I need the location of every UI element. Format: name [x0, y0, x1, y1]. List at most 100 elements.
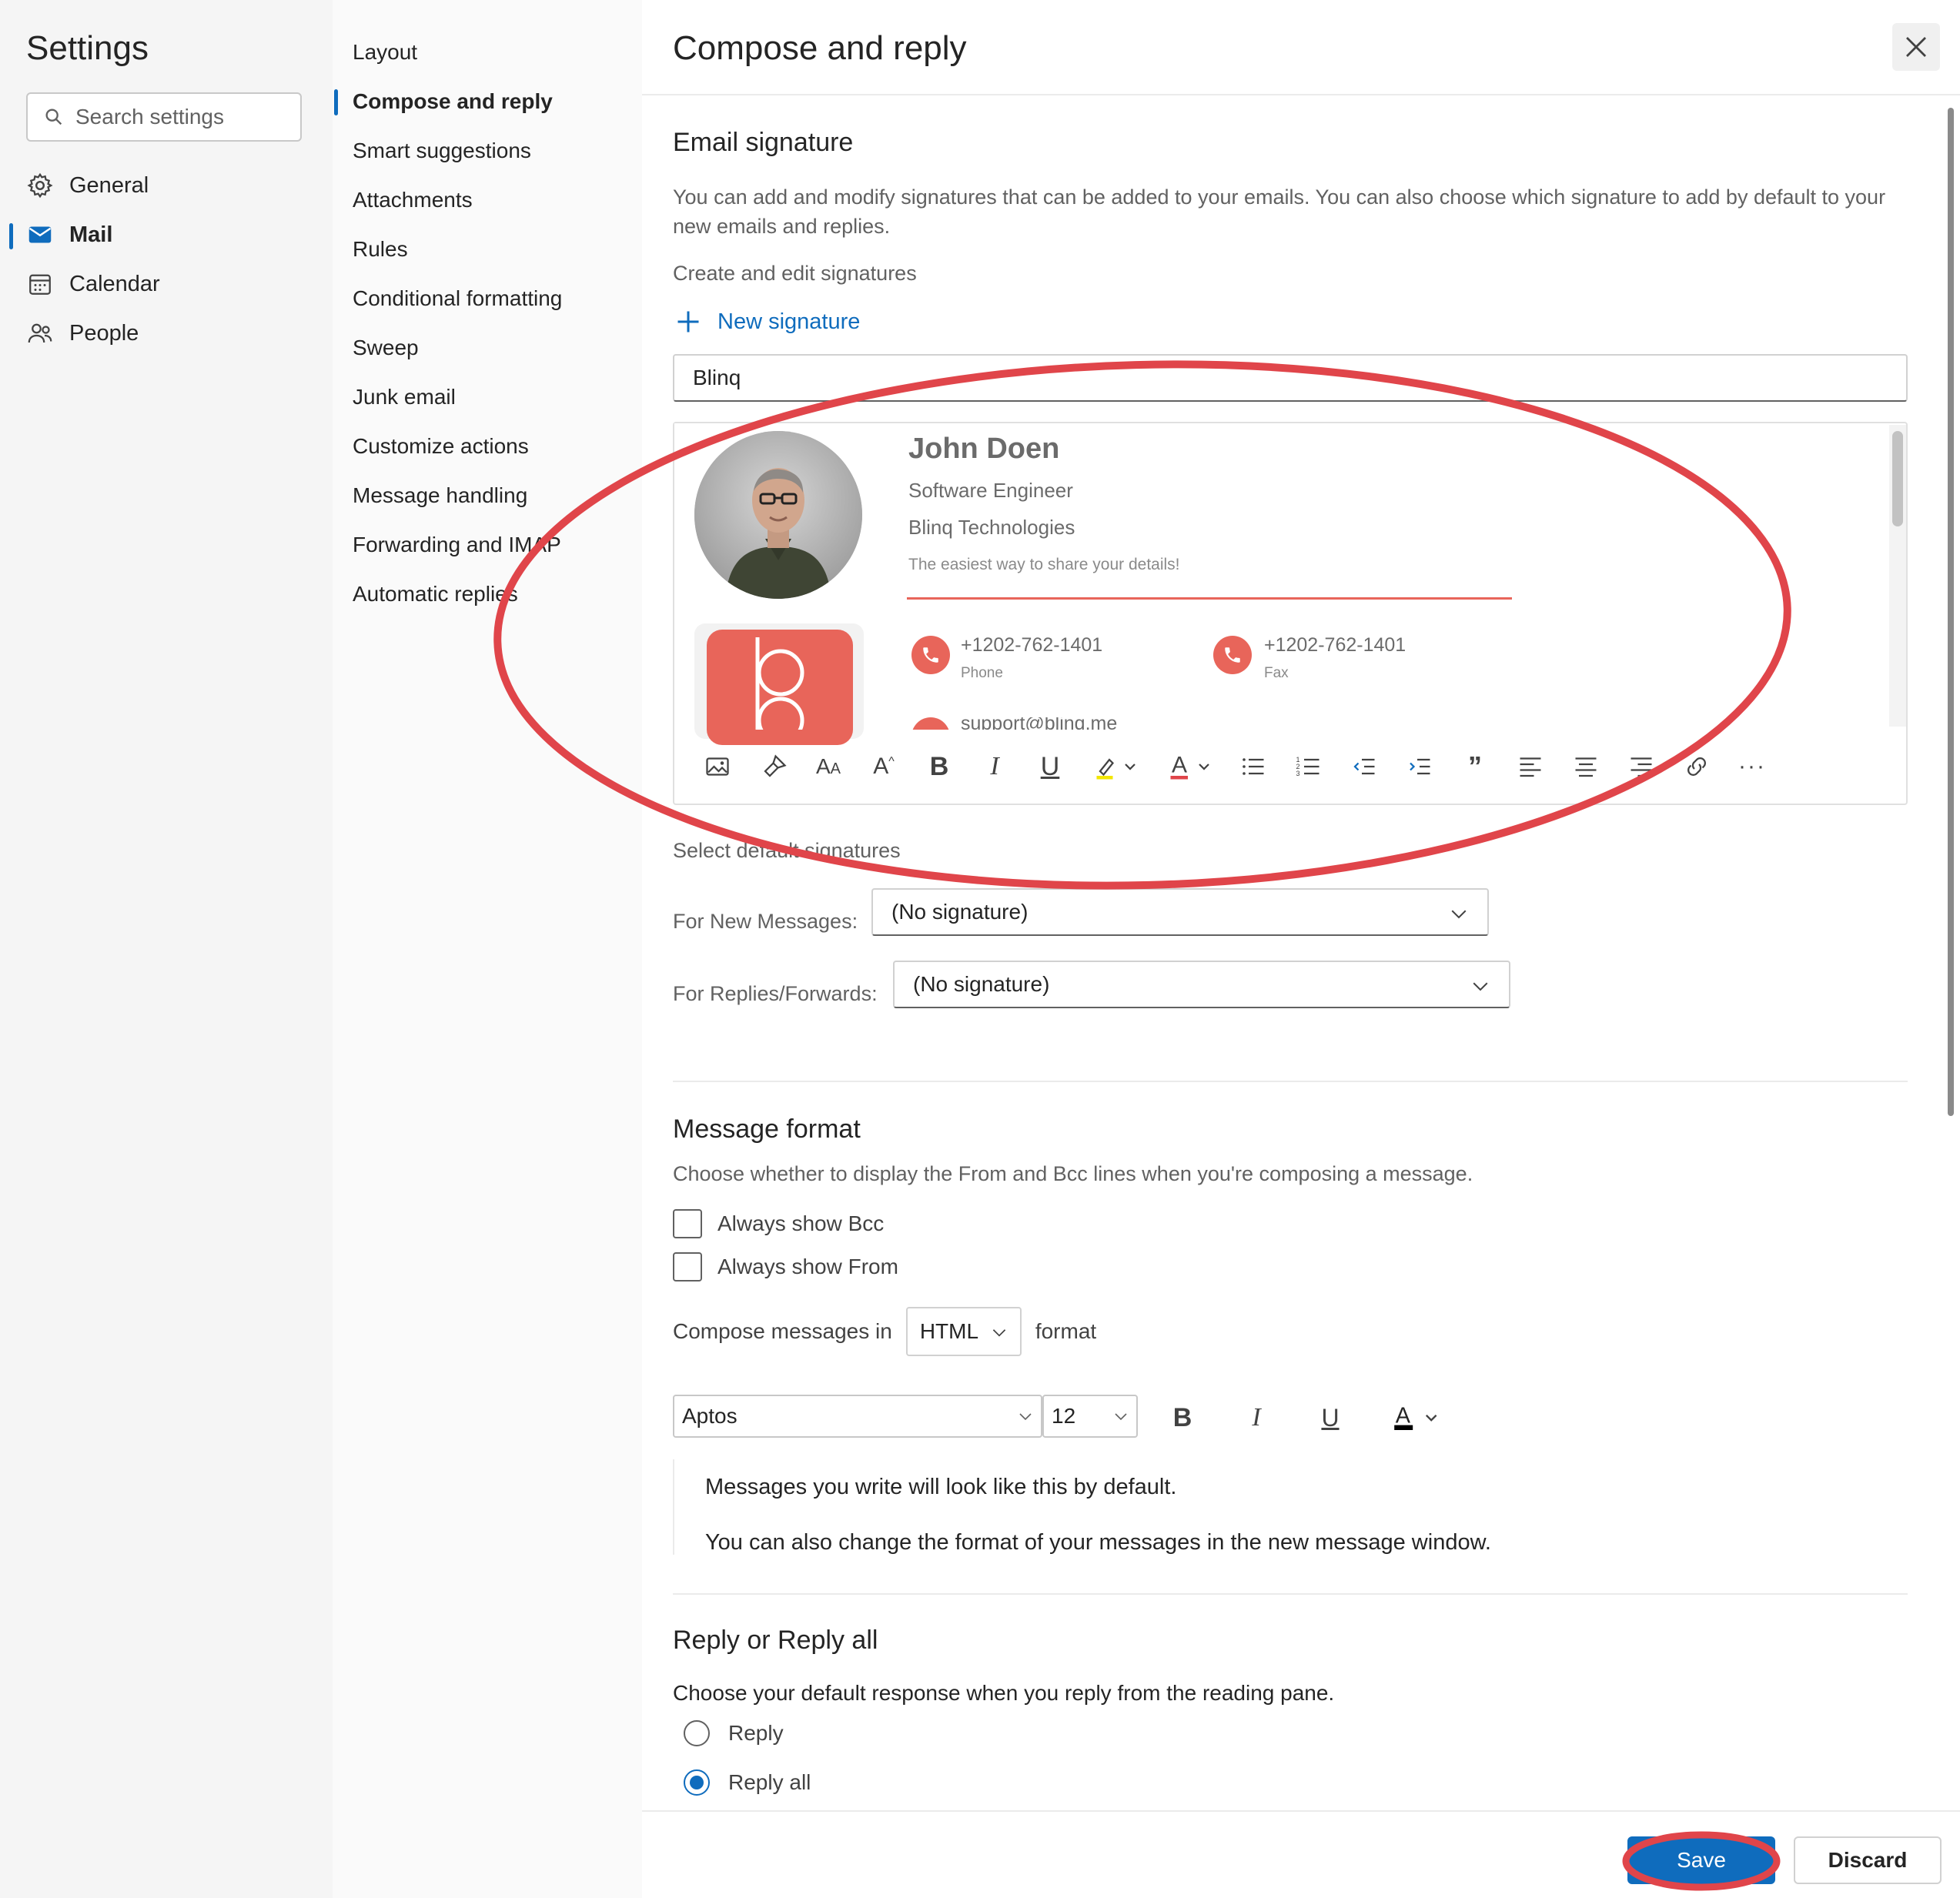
italic-button[interactable]: I	[975, 745, 1015, 788]
reply-all-option-label: Reply all	[728, 1770, 811, 1794]
align-center-button[interactable]	[1566, 745, 1606, 788]
highlight-button[interactable]	[1085, 745, 1147, 788]
subnav-compose-and-reply[interactable]: Compose and reply	[353, 83, 553, 120]
font-size-value: 12	[1052, 1404, 1076, 1428]
always-show-bcc-checkbox[interactable]	[673, 1209, 702, 1238]
search-settings-box[interactable]	[26, 92, 302, 142]
subnav-rules[interactable]: Rules	[353, 231, 408, 268]
font-size-select[interactable]: 12	[1042, 1395, 1138, 1438]
more-icon: ···	[1738, 754, 1766, 779]
format-painter-icon	[764, 754, 787, 777]
chevron-down-icon	[992, 1329, 1006, 1337]
nav-item-calendar[interactable]: Calendar	[26, 265, 160, 303]
subnav-automatic-replies[interactable]: Automatic replies	[353, 576, 518, 613]
nav-item-general[interactable]: General	[26, 166, 149, 205]
gear-icon	[27, 172, 53, 199]
nav-label-calendar: Calendar	[69, 271, 160, 296]
always-show-bcc-row[interactable]: Always show Bcc	[673, 1207, 884, 1241]
default-font-color-button[interactable]: A	[1386, 1396, 1447, 1439]
font-color-icon: A	[1170, 753, 1209, 780]
chevron-down-icon	[1115, 1413, 1127, 1421]
signature-scrollbar-thumb[interactable]	[1892, 431, 1903, 526]
bold-button[interactable]: B	[919, 745, 959, 788]
subnav-active-indicator	[334, 89, 338, 115]
underline-button[interactable]: U	[1030, 745, 1070, 788]
default-italic-button[interactable]: I	[1235, 1396, 1278, 1439]
close-icon	[1906, 37, 1926, 57]
grow-font-icon: A^	[873, 754, 895, 779]
close-button[interactable]	[1892, 23, 1940, 71]
nav-item-people[interactable]: People	[26, 314, 139, 353]
new-signature-button[interactable]: New signature	[674, 305, 860, 339]
people-icon	[28, 323, 52, 343]
subnav-smart-suggestions[interactable]: Smart suggestions	[353, 132, 531, 169]
signature-company: Blinq Technologies	[908, 516, 1075, 539]
align-left-button[interactable]	[1510, 745, 1550, 788]
align-center-icon	[1575, 757, 1597, 777]
nav-label-people: People	[69, 320, 139, 346]
replies-forwards-label: For Replies/Forwards:	[673, 982, 878, 1005]
signature-name-input[interactable]	[673, 354, 1908, 402]
reply-radio[interactable]	[684, 1720, 710, 1746]
message-format-description: Choose whether to display the From and B…	[673, 1162, 1473, 1185]
always-show-from-row[interactable]: Always show From	[673, 1250, 898, 1284]
bullets-button[interactable]	[1233, 745, 1273, 788]
default-signatures-label: Select default signatures	[673, 839, 901, 862]
subnav-layout[interactable]: Layout	[353, 34, 417, 71]
reply-all-radio[interactable]	[684, 1769, 710, 1796]
italic-icon: I	[1252, 1403, 1261, 1432]
subnav-message-handling[interactable]: Message handling	[353, 477, 527, 514]
format-painter-button[interactable]	[754, 745, 794, 788]
svg-text:3: 3	[1296, 770, 1300, 777]
subnav-sweep[interactable]: Sweep	[353, 329, 419, 366]
default-underline-button[interactable]: U	[1309, 1396, 1352, 1439]
reply-option-reply-all[interactable]: Reply all	[684, 1764, 811, 1801]
default-bold-button[interactable]: B	[1161, 1396, 1204, 1439]
signature-tagline: The easiest way to share your details!	[908, 556, 1180, 573]
underline-icon: U	[1040, 751, 1060, 781]
new-signature-label: New signature	[717, 309, 861, 334]
search-input[interactable]	[75, 105, 291, 129]
font-size-button[interactable]: AA	[808, 745, 848, 788]
quote-icon: ”	[1468, 750, 1482, 782]
numbering-button[interactable]: 123	[1289, 745, 1329, 788]
compose-format-select[interactable]: HTML	[905, 1307, 1022, 1356]
increase-indent-button[interactable]	[1400, 745, 1440, 788]
fax-icon	[1213, 636, 1252, 674]
decrease-indent-button[interactable]	[1344, 745, 1384, 788]
always-show-from-checkbox[interactable]	[673, 1252, 702, 1281]
nav-item-mail[interactable]: Mail	[26, 216, 112, 254]
signature-email-clipped: support@blinq.me	[911, 717, 1527, 730]
reply-option-reply[interactable]: Reply	[684, 1715, 784, 1752]
blinq-logo	[707, 630, 853, 745]
new-messages-label: For New Messages:	[673, 910, 858, 933]
subnav-customize-actions[interactable]: Customize actions	[353, 428, 529, 465]
chevron-down-icon	[1473, 982, 1488, 991]
replies-forwards-value: (No signature)	[913, 972, 1050, 996]
main-scrollbar[interactable]	[1948, 108, 1954, 1116]
phone-icon	[911, 636, 950, 674]
subnav-attachments[interactable]: Attachments	[353, 182, 473, 219]
compose-format-value: HTML	[919, 1319, 979, 1343]
align-right-button[interactable]	[1621, 745, 1661, 788]
subnav-junk-email[interactable]: Junk email	[353, 379, 456, 416]
person-photo-icon	[694, 431, 862, 599]
insert-link-button[interactable]	[1677, 745, 1717, 788]
save-button[interactable]: Save	[1627, 1836, 1775, 1884]
subnav-conditional-formatting[interactable]: Conditional formatting	[353, 280, 562, 317]
always-show-bcc-label: Always show Bcc	[717, 1211, 885, 1235]
grow-font-button[interactable]: A^	[864, 745, 904, 788]
quote-button[interactable]: ”	[1455, 745, 1495, 788]
insert-image-button[interactable]	[697, 745, 738, 788]
bullet-list-icon	[1243, 758, 1264, 775]
font-family-select[interactable]: Aptos	[673, 1395, 1042, 1438]
avatar	[694, 431, 862, 599]
font-color-button[interactable]: A	[1159, 745, 1221, 788]
subnav-forwarding-imap[interactable]: Forwarding and IMAP	[353, 526, 561, 563]
new-messages-select[interactable]: (No signature)	[871, 888, 1489, 936]
always-show-from-label: Always show From	[717, 1255, 898, 1278]
replies-forwards-select[interactable]: (No signature)	[893, 961, 1510, 1008]
discard-button[interactable]: Discard	[1794, 1836, 1942, 1884]
more-options-button[interactable]: ···	[1732, 745, 1772, 788]
mail-icon	[28, 226, 52, 243]
